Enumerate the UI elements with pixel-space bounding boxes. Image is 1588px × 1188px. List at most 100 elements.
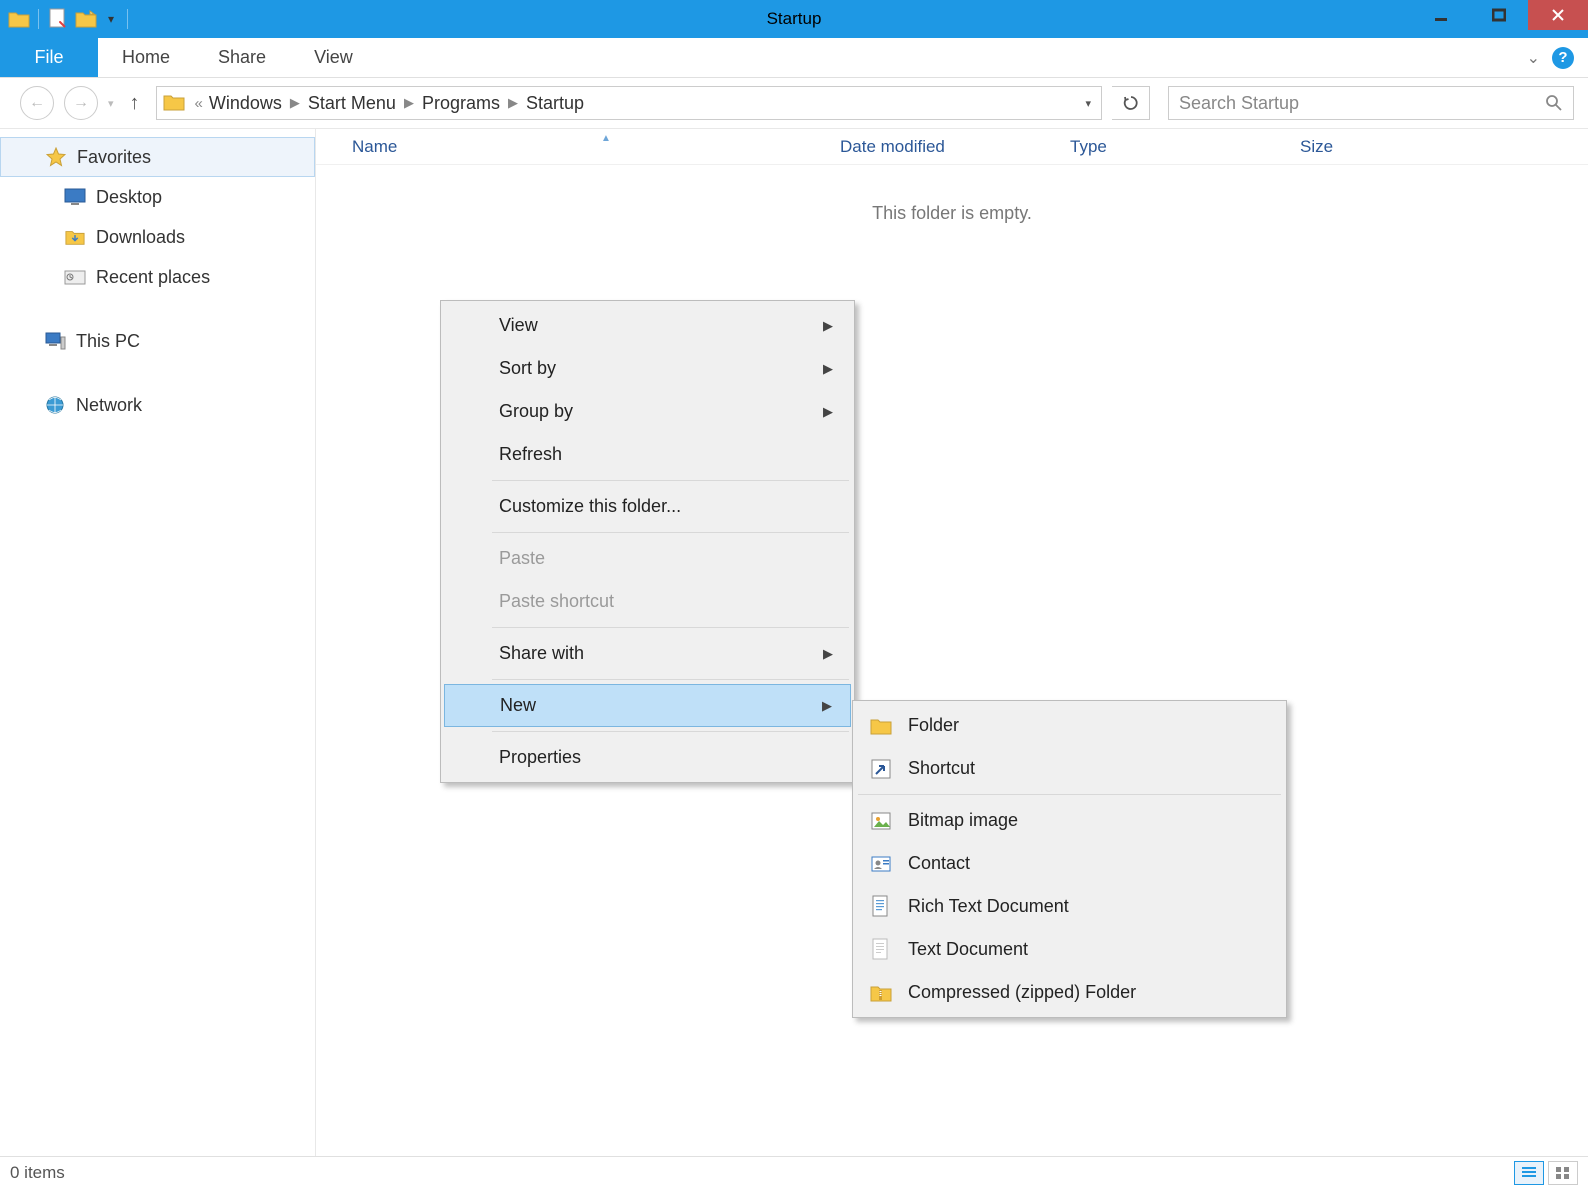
- column-name[interactable]: Name ▲: [316, 137, 826, 157]
- menu-label: Customize this folder...: [499, 496, 681, 517]
- menu-label: Properties: [499, 747, 581, 768]
- zip-icon: [868, 980, 894, 1006]
- menu-label: Shortcut: [908, 758, 975, 779]
- nav-label: Desktop: [96, 187, 162, 208]
- menu-label: Bitmap image: [908, 810, 1018, 831]
- submenu-arrow-icon: ▶: [823, 361, 833, 377]
- tab-view[interactable]: View: [290, 38, 377, 77]
- breadcrumb-separator-icon[interactable]: ▶: [500, 95, 526, 111]
- refresh-button[interactable]: [1112, 86, 1150, 120]
- details-view-button[interactable]: [1514, 1161, 1544, 1185]
- nav-label: Favorites: [77, 147, 151, 168]
- submenu-contact[interactable]: Contact: [856, 842, 1283, 885]
- qat-dropdown-icon[interactable]: ▾: [101, 6, 121, 32]
- menu-label: Share with: [499, 643, 584, 664]
- quick-access-toolbar: ▾: [0, 6, 132, 32]
- address-bar[interactable]: « Windows ▶ Start Menu ▶ Programs ▶ Star…: [156, 86, 1102, 120]
- ribbon: File Home Share View ⌄ ?: [0, 38, 1588, 78]
- menu-new[interactable]: New▶: [444, 684, 851, 727]
- icons-view-button[interactable]: [1548, 1161, 1578, 1185]
- menu-share-with[interactable]: Share with▶: [444, 632, 851, 675]
- properties-icon[interactable]: [45, 6, 71, 32]
- submenu-folder[interactable]: Folder: [856, 704, 1283, 747]
- text-icon: [868, 937, 894, 963]
- menu-label: Sort by: [499, 358, 556, 379]
- help-icon[interactable]: ?: [1552, 47, 1574, 69]
- submenu-compressed-folder[interactable]: Compressed (zipped) Folder: [856, 971, 1283, 1014]
- submenu-text-document[interactable]: Text Document: [856, 928, 1283, 971]
- navigation-toolbar: ← → ▾ ↑ « Windows ▶ Start Menu ▶ Program…: [0, 78, 1588, 128]
- nav-label: This PC: [76, 331, 140, 352]
- menu-label: Text Document: [908, 939, 1028, 960]
- nav-this-pc[interactable]: This PC: [0, 321, 315, 361]
- shortcut-icon: [868, 756, 894, 782]
- breadcrumb-segment[interactable]: Startup: [526, 93, 584, 114]
- nav-recent-places[interactable]: Recent places: [0, 257, 315, 297]
- nav-favorites[interactable]: Favorites: [0, 137, 315, 177]
- breadcrumb-segment[interactable]: Windows: [209, 93, 282, 114]
- menu-separator: [492, 679, 849, 680]
- search-input[interactable]: [1179, 93, 1545, 114]
- nav-downloads[interactable]: Downloads: [0, 217, 315, 257]
- menu-refresh[interactable]: Refresh: [444, 433, 851, 476]
- submenu-arrow-icon: ▶: [823, 404, 833, 420]
- ribbon-expand-icon[interactable]: ⌄: [1527, 48, 1540, 68]
- forward-button[interactable]: →: [64, 86, 98, 120]
- menu-sort-by[interactable]: Sort by ▶: [444, 347, 851, 390]
- star-icon: [45, 146, 67, 168]
- minimize-button[interactable]: [1412, 0, 1470, 30]
- nav-desktop[interactable]: Desktop: [0, 177, 315, 217]
- menu-separator: [492, 480, 849, 481]
- menu-label: View: [499, 315, 538, 336]
- contact-icon: [868, 851, 894, 877]
- folder-icon: [163, 92, 185, 114]
- menu-paste: Paste: [444, 537, 851, 580]
- breadcrumb-segment[interactable]: Programs: [422, 93, 500, 114]
- back-button[interactable]: ←: [20, 86, 54, 120]
- tab-share[interactable]: Share: [194, 38, 290, 77]
- menu-properties[interactable]: Properties: [444, 736, 851, 779]
- menu-label: Group by: [499, 401, 573, 422]
- breadcrumb-segment[interactable]: Start Menu: [308, 93, 396, 114]
- pc-icon: [44, 330, 66, 352]
- search-icon[interactable]: [1545, 94, 1563, 112]
- submenu-rtf[interactable]: Rich Text Document: [856, 885, 1283, 928]
- column-type[interactable]: Type: [1056, 137, 1286, 157]
- menu-label: Paste shortcut: [499, 591, 614, 612]
- up-button[interactable]: ↑: [130, 92, 140, 115]
- address-dropdown-icon[interactable]: ▾: [1075, 97, 1101, 110]
- new-folder-icon[interactable]: [73, 6, 99, 32]
- downloads-icon: [64, 226, 86, 248]
- file-tab[interactable]: File: [0, 38, 98, 77]
- sort-indicator-icon: ▲: [601, 133, 611, 144]
- status-bar: 0 items: [0, 1156, 1588, 1188]
- nav-network[interactable]: Network: [0, 385, 315, 425]
- history-dropdown-icon[interactable]: ▾: [108, 97, 114, 110]
- maximize-button[interactable]: [1470, 0, 1528, 30]
- folder-icon[interactable]: [6, 6, 32, 32]
- address-overflow-icon[interactable]: «: [191, 95, 209, 112]
- window-title: Startup: [767, 9, 822, 29]
- qat-separator: [38, 9, 39, 29]
- tab-home[interactable]: Home: [98, 38, 194, 77]
- search-box[interactable]: [1168, 86, 1574, 120]
- submenu-bitmap[interactable]: Bitmap image: [856, 799, 1283, 842]
- empty-folder-message: This folder is empty.: [316, 203, 1588, 224]
- column-size[interactable]: Size: [1286, 137, 1446, 157]
- context-menu: View▶ Sort by ▶ Group by ▶ Refresh Customi…: [440, 300, 855, 783]
- menu-paste-shortcut: Paste shortcut: [444, 580, 851, 623]
- desktop-icon: [64, 186, 86, 208]
- new-submenu: Folder Shortcut Bitmap image Contact Ric…: [852, 700, 1287, 1018]
- menu-customize-folder[interactable]: Customize this folder...: [444, 485, 851, 528]
- nav-label: Network: [76, 395, 142, 416]
- breadcrumb-separator-icon[interactable]: ▶: [396, 95, 422, 111]
- menu-group-by[interactable]: Group by ▶: [444, 390, 851, 433]
- breadcrumb-separator-icon[interactable]: ▶: [282, 95, 308, 111]
- bitmap-icon: [868, 808, 894, 834]
- network-icon: [44, 394, 66, 416]
- submenu-shortcut[interactable]: Shortcut: [856, 747, 1283, 790]
- column-date-modified[interactable]: Date modified: [826, 137, 1056, 157]
- status-item-count: 0 items: [10, 1163, 65, 1183]
- close-button[interactable]: [1528, 0, 1588, 30]
- menu-view[interactable]: View▶: [444, 304, 851, 347]
